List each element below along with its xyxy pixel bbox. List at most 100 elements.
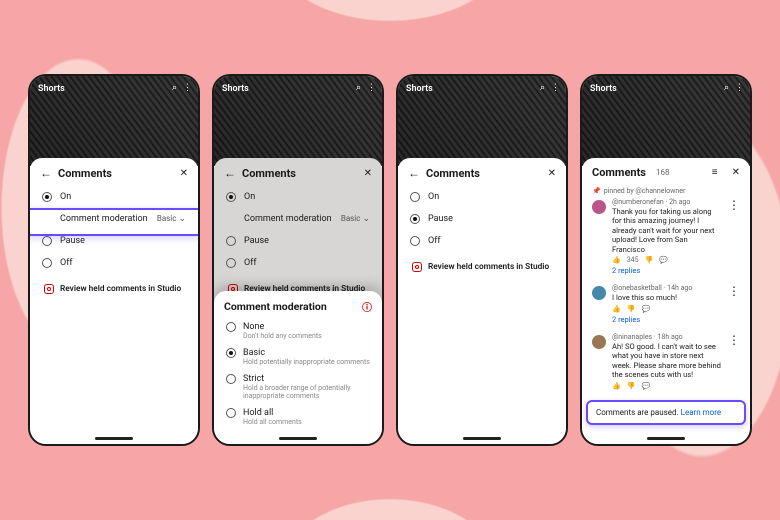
learn-more-link[interactable]: Learn more	[681, 408, 721, 417]
info-icon[interactable]: ⓘ	[362, 299, 372, 314]
comment-more-icon[interactable]	[728, 198, 740, 275]
option-label: Pause	[60, 236, 186, 246]
radio-selected-icon	[410, 214, 420, 224]
radio-selected-icon	[226, 348, 236, 358]
shorts-label: Shorts	[222, 84, 249, 94]
option-label: On	[60, 192, 186, 202]
mod-option-hold-all[interactable]: Hold allHold all comments	[224, 404, 372, 430]
option-pause[interactable]: Pause	[398, 208, 566, 230]
comment-text: I love this so much!	[612, 292, 722, 304]
comments-paused-banner: Comments are paused. Learn more	[586, 400, 746, 425]
more-icon[interactable]: ⋮	[367, 83, 376, 93]
home-indicator	[279, 437, 317, 440]
avatar	[592, 335, 606, 349]
comment-text: Ah! SO good. I can't wait to see what yo…	[612, 341, 722, 382]
dislike-icon[interactable]: 👎	[627, 305, 636, 313]
phone-3: Shorts ⌕⋮ Comments On Pause Off Review h…	[396, 74, 568, 446]
like-count: 345	[627, 256, 639, 264]
modal-title-text: Comment moderation	[224, 300, 327, 313]
moderation-modal-title: Comment moderation ⓘ	[224, 299, 372, 314]
mod-option-none[interactable]: NoneDon't hold any comments	[224, 318, 372, 344]
comment-time: 18h ago	[657, 333, 682, 341]
mod-option-name: Hold all	[243, 408, 302, 418]
comment-user: @ninanaples	[612, 333, 652, 341]
option-comment-moderation[interactable]: Comment moderationBasic	[214, 208, 382, 230]
back-icon[interactable]	[224, 166, 236, 180]
studio-gear-icon	[412, 262, 422, 272]
option-label: Off	[60, 258, 186, 268]
mod-option-desc: Hold potentially inappropriate comments	[243, 358, 370, 366]
close-icon[interactable]	[548, 168, 556, 179]
back-icon[interactable]	[40, 166, 52, 180]
mod-option-basic[interactable]: BasicHold potentially inappropriate comm…	[224, 344, 372, 370]
comment-item[interactable]: @numberonefan · 2h ago Thank you for tak…	[582, 195, 750, 281]
option-comment-moderation[interactable]: Comment moderation Basic	[30, 208, 198, 230]
sheet-title: Comments	[426, 167, 542, 180]
comment-item[interactable]: @onebasketball · 14h ago I love this so …	[582, 281, 750, 329]
reply-icon[interactable]: 💬	[641, 305, 650, 313]
close-icon[interactable]	[364, 168, 372, 179]
option-label: On	[244, 192, 370, 202]
radio-icon	[410, 236, 420, 246]
comment-more-icon[interactable]	[728, 333, 740, 390]
close-icon[interactable]	[732, 167, 740, 178]
mod-option-desc: Hold all comments	[243, 418, 302, 426]
more-icon[interactable]: ⋮	[183, 83, 192, 93]
radio-selected-icon	[226, 192, 236, 202]
comment-user: @numberonefan	[612, 198, 664, 206]
search-icon[interactable]: ⌕	[724, 83, 729, 93]
search-icon[interactable]: ⌕	[172, 83, 177, 93]
comment-time: 2h ago	[669, 198, 690, 206]
mod-option-desc: Don't hold any comments	[243, 332, 322, 340]
shorts-video-preview: Shorts ⌕⋮	[398, 76, 566, 166]
replies-link[interactable]: 2 replies	[612, 264, 722, 275]
like-icon[interactable]: 👍	[612, 305, 621, 313]
comments-list-sheet: Comments 168 ≡ pinned by @channelowner @…	[582, 158, 750, 444]
phone-2: Shorts ⌕⋮ Comments On Comment moderation…	[212, 74, 384, 446]
review-held-comments-link[interactable]: Review held comments in Studio	[398, 252, 566, 282]
comment-item[interactable]: @ninanaples · 18h ago Ah! SO good. I can…	[582, 330, 750, 396]
search-icon[interactable]: ⌕	[356, 83, 361, 93]
option-label: Pause	[428, 214, 554, 224]
comment-more-icon[interactable]	[728, 284, 740, 323]
like-icon[interactable]: 👍	[612, 382, 621, 390]
shorts-video-preview: Shorts ⌕ ⋮	[214, 76, 382, 166]
radio-icon	[226, 408, 236, 418]
option-label: Comment moderation	[60, 214, 149, 224]
replies-link[interactable]: 2 replies	[612, 313, 722, 324]
pinned-by-label: pinned by @channelowner	[582, 185, 750, 195]
more-icon[interactable]: ⋮	[735, 83, 744, 93]
option-off[interactable]: Off	[30, 252, 198, 274]
close-icon[interactable]	[180, 168, 188, 179]
moderation-modal: Comment moderation ⓘ NoneDon't hold any …	[214, 291, 382, 444]
option-on[interactable]: On	[398, 186, 566, 208]
like-icon[interactable]: 👍	[612, 256, 621, 264]
studio-gear-icon	[44, 284, 54, 294]
option-on[interactable]: On	[30, 186, 198, 208]
dislike-icon[interactable]: 👎	[627, 382, 636, 390]
radio-icon	[226, 258, 236, 268]
sort-icon[interactable]: ≡	[712, 167, 718, 178]
sheet-title: Comments	[592, 166, 646, 179]
more-icon[interactable]: ⋮	[551, 83, 560, 93]
option-off[interactable]: Off	[398, 230, 566, 252]
option-off[interactable]: Off	[214, 252, 382, 274]
dislike-icon[interactable]: 👎	[645, 256, 654, 264]
mod-option-desc: Hold a broader range of potentially inap…	[243, 384, 370, 400]
option-label: Off	[244, 258, 370, 268]
comment-time: 14h ago	[667, 284, 692, 292]
comment-text: Thank you for taking us along for this a…	[612, 206, 722, 256]
reply-icon[interactable]: 💬	[659, 256, 668, 264]
option-pause[interactable]: Pause	[30, 230, 198, 252]
option-pause[interactable]: Pause	[214, 230, 382, 252]
shorts-video-preview: Shorts ⌕ ⋮	[582, 76, 750, 166]
review-held-comments-link[interactable]: Review held comments in Studio	[30, 274, 198, 304]
mod-option-strict[interactable]: StrictHold a broader range of potentiall…	[224, 370, 372, 404]
reply-icon[interactable]: 💬	[641, 382, 650, 390]
search-icon[interactable]: ⌕	[540, 83, 545, 93]
option-on[interactable]: On	[214, 186, 382, 208]
back-icon[interactable]	[408, 166, 420, 180]
radio-icon	[226, 322, 236, 332]
option-label: On	[428, 192, 554, 202]
shorts-label: Shorts	[590, 84, 617, 94]
